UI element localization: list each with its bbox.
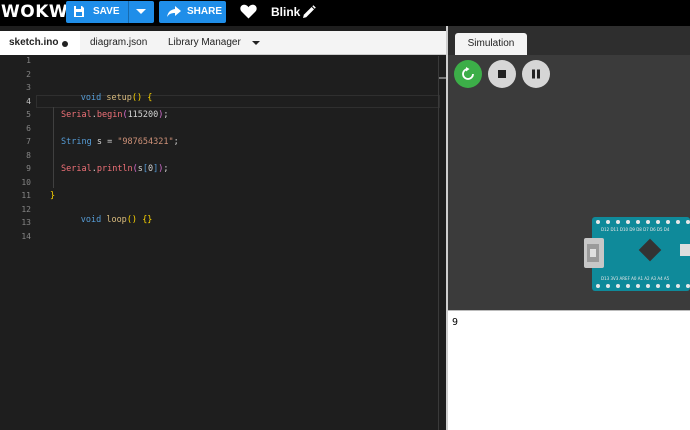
line-number: 3 [26, 83, 31, 92]
tab-simulation[interactable]: Simulation [455, 33, 527, 55]
restart-button[interactable] [454, 60, 482, 88]
keyword: void [80, 93, 102, 103]
code-line-7: String s = "987654321"; [50, 137, 179, 150]
tab-menu-chevron-down-icon[interactable] [252, 41, 260, 45]
keyword: void [80, 214, 102, 225]
tab-library-manager[interactable]: Library Manager [168, 31, 241, 55]
line-number: 13 [21, 218, 31, 227]
usb-connector [584, 238, 604, 268]
stop-icon [498, 70, 506, 78]
save-label: SAVE [93, 6, 120, 17]
wokwi-app: WOKWi SAVE SHARE Blink sketch.ino diagra… [0, 0, 690, 430]
pause-button[interactable] [522, 60, 550, 88]
number: 115200 [127, 110, 159, 120]
arduino-nano-board[interactable]: D12 D11 D10 D9 D8 D7 D6 D5 D4 D13 3V3 AR… [584, 214, 690, 294]
save-split-divider [128, 1, 129, 23]
scrollbar-marker[interactable] [439, 77, 446, 79]
code-line-5: Serial.begin(115200); [50, 110, 169, 123]
line-number: 8 [26, 150, 31, 160]
line-number: 9 [26, 164, 31, 173]
function-name: setup [106, 93, 132, 103]
serial-output: 9 [452, 317, 459, 328]
brace: { [147, 93, 153, 103]
tab-label: sketch.ino [9, 37, 59, 48]
save-icon [74, 6, 84, 17]
serial-monitor: 9 [448, 310, 690, 430]
string-literal: "987654321" [117, 137, 174, 147]
line-number: 14 [21, 231, 31, 241]
stop-button[interactable] [488, 60, 516, 88]
pause-icon [532, 69, 540, 79]
code-line-3: void setup() { [50, 83, 153, 103]
editor-scroll-edge [438, 56, 439, 430]
code-editor[interactable]: 1 2 3 4 5 6 7 8 9 10 11 12 13 14 void se… [0, 56, 446, 430]
line-number: 6 [26, 123, 31, 133]
wokwi-logo[interactable]: WOKWi [1, 2, 74, 22]
method: begin [96, 110, 123, 120]
brace: } [50, 191, 56, 201]
line-number: 12 [21, 204, 31, 214]
code-line-9: Serial.println(s[0]); [50, 164, 169, 177]
method: println [96, 164, 133, 174]
share-label: SHARE [187, 6, 223, 17]
tab-diagram-json[interactable]: diagram.json [90, 31, 147, 55]
pencil-icon[interactable] [302, 5, 316, 19]
code-line-11: } [50, 191, 55, 204]
heart-icon[interactable] [240, 4, 257, 19]
semicolon: ; [163, 110, 169, 120]
save-button[interactable]: SAVE [66, 1, 154, 23]
semicolon: ; [173, 137, 179, 147]
share-button[interactable]: SHARE [159, 1, 226, 23]
share-icon [167, 6, 181, 17]
line-number: 7 [26, 137, 31, 146]
paren: () [126, 214, 138, 225]
unsaved-dot-icon [62, 41, 68, 47]
bottom-pin-labels: D13 3V3 AREF A0 A1 A2 A3 A4 A5 [601, 276, 670, 281]
line-number: 10 [21, 177, 31, 187]
restart-icon [462, 67, 474, 80]
object: Serial [61, 164, 92, 174]
line-number-gutter: 1 2 3 4 5 6 7 8 9 10 11 12 13 14 [0, 56, 36, 430]
code-line-12: void loop() {} [50, 205, 153, 225]
brace: {} [142, 214, 153, 225]
line-number: 2 [26, 69, 31, 79]
paren: () [131, 93, 143, 103]
caret-down-icon[interactable] [136, 9, 146, 14]
type: String [61, 137, 92, 147]
project-name[interactable]: Blink [271, 5, 300, 19]
editor-tab-bar: sketch.ino diagram.json Library Manager [0, 31, 446, 55]
line-number: 1 [26, 56, 31, 65]
top-bar: WOKWi SAVE SHARE Blink [0, 0, 690, 26]
semicolon: ; [163, 164, 169, 174]
declaration: s = [91, 137, 118, 147]
line-number: 11 [21, 191, 31, 200]
line-number: 4 [26, 96, 31, 106]
tab-sketch-ino[interactable]: sketch.ino [0, 31, 80, 55]
line-number: 5 [26, 110, 31, 119]
reset-button[interactable] [680, 244, 690, 256]
top-pin-labels: D12 D11 D10 D9 D8 D7 D6 D5 D4 [601, 227, 670, 232]
function-name: loop [106, 214, 127, 225]
object: Serial [61, 110, 92, 120]
